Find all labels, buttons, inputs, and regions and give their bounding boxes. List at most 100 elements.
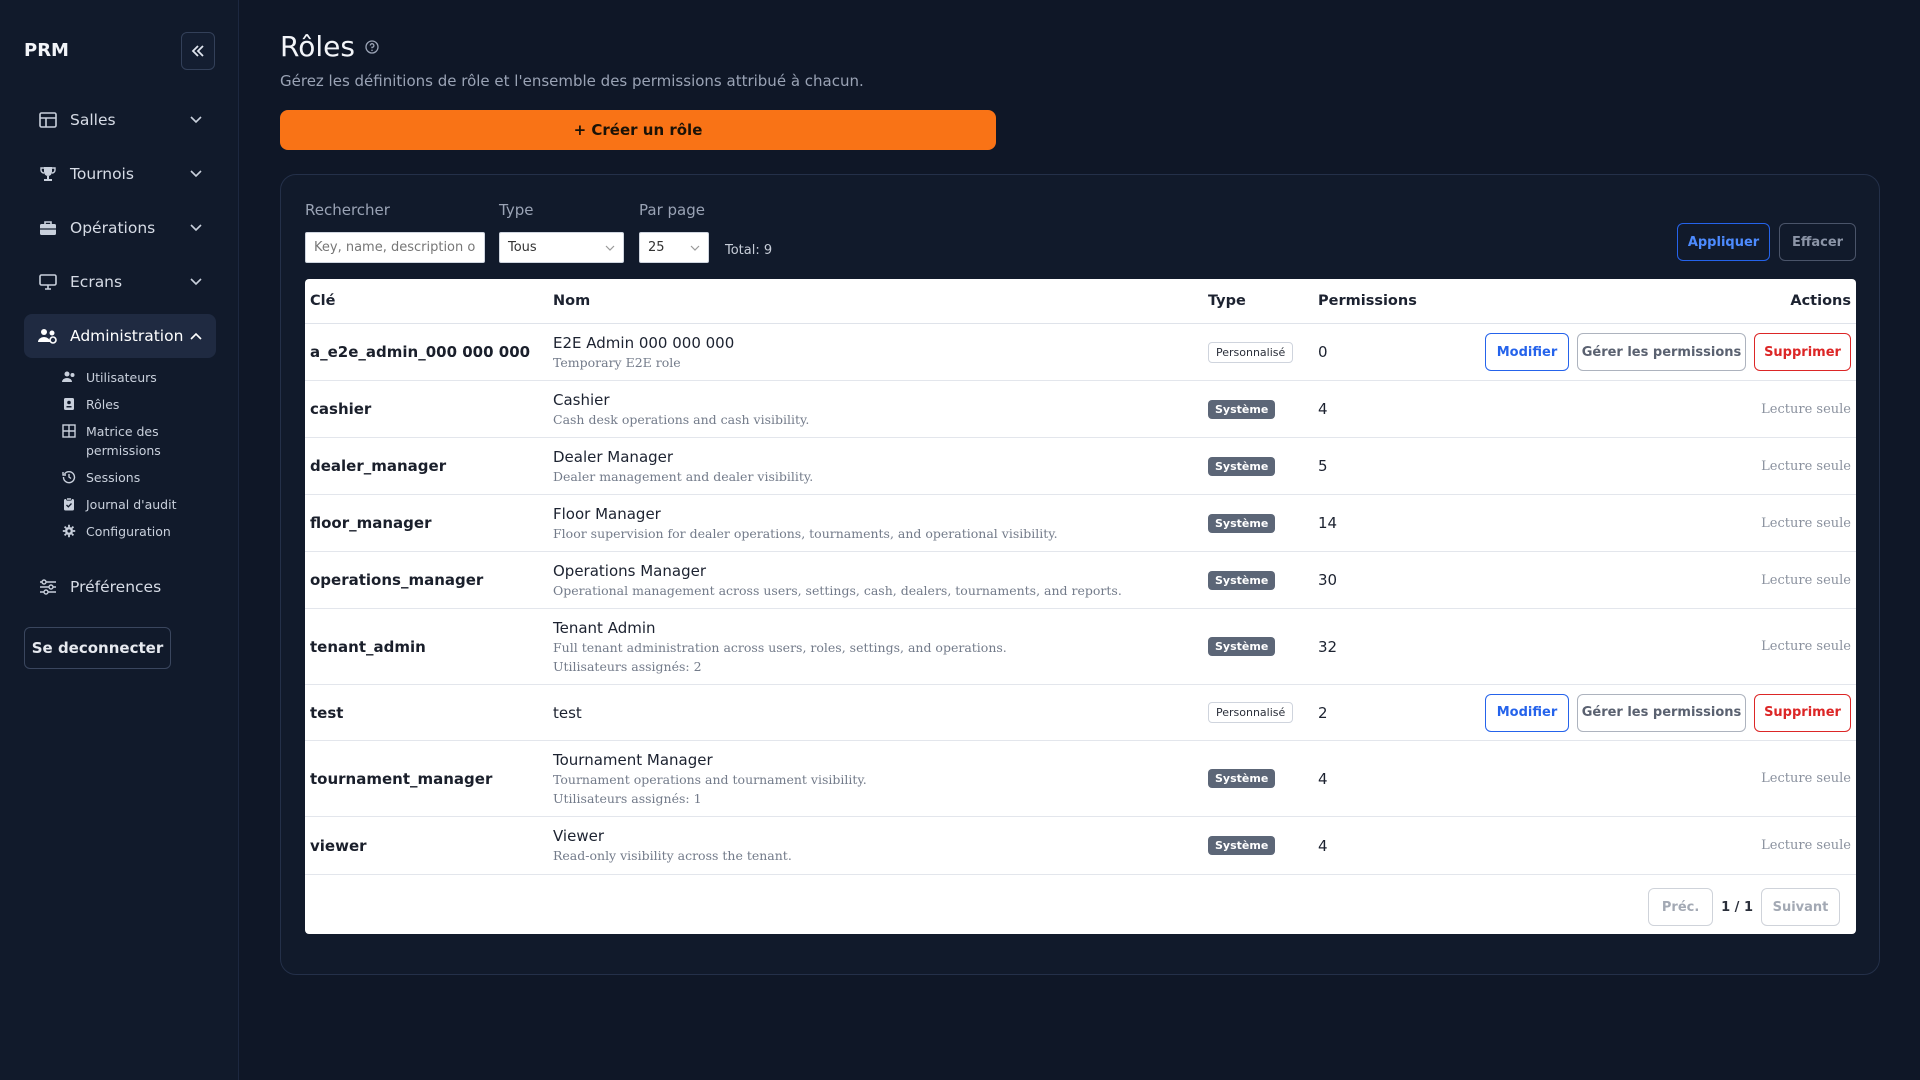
permission-count: 30	[1318, 571, 1338, 589]
role-name: Operations Manager	[553, 561, 706, 580]
cell-type: Personnalisé	[1208, 685, 1294, 740]
role-name: Cashier	[553, 390, 610, 409]
cell-actions: Lecture seule	[1761, 817, 1851, 874]
permission-count: 32	[1318, 637, 1338, 656]
table-row: operations_manager Operations Manager Oper…	[305, 552, 1856, 609]
readonly-label: Lecture seule	[1761, 838, 1851, 853]
role-key: operations_manager	[310, 571, 484, 589]
role-description: Dealer management and dealer visibility.	[553, 468, 814, 484]
permission-count: 4	[1318, 769, 1328, 788]
sidebar-subitem-matrice[interactable]: Matrice des permissions	[62, 418, 216, 464]
cell-permissions: 4	[1318, 381, 1328, 437]
cell-permissions: 2	[1318, 685, 1328, 740]
prev-page-button[interactable]: Préc.	[1648, 888, 1714, 926]
search-input[interactable]: Key, name, description or	[305, 232, 485, 263]
readonly-label: Lecture seule	[1761, 515, 1851, 531]
sidebar-item-label: Salles	[70, 111, 116, 129]
cell-permissions: 5	[1318, 438, 1328, 494]
cell-actions: Lecture seule	[1761, 741, 1851, 816]
table-row: dealer_manager Dealer Manager Dealer manag…	[305, 438, 1856, 495]
sidebar-item-operations[interactable]: Opérations	[24, 206, 216, 250]
roles-panel: Rechercher Key, name, description or Typ…	[280, 174, 1880, 975]
cell-actions: Lecture seule	[1761, 609, 1851, 684]
role-name-block: E2E Admin 000 000 000 Temporary E2E role	[553, 333, 734, 372]
readonly-label: Lecture seule	[1761, 401, 1851, 417]
table-body: a_e2e_admin_000 000 000 E2E Admin 000 000…	[305, 324, 1856, 875]
cell-name: Cashier Cash desk operations and cash vis…	[553, 381, 809, 437]
sidebar-subitem-audit[interactable]: Journal d'audit	[62, 491, 216, 518]
type-badge: Système	[1208, 456, 1276, 476]
table-row: test test Personnalisé 2 Modifier Gérer les p…	[305, 685, 1856, 741]
type-select[interactable]: Tous	[499, 232, 624, 263]
type-badge: Système	[1208, 637, 1276, 656]
role-description: Floor supervision for dealer operations,…	[553, 525, 1058, 541]
edit-button[interactable]: Modifier	[1485, 693, 1569, 732]
role-name: test	[553, 703, 582, 722]
users-gear-icon	[38, 326, 58, 346]
type-badge: Personnalisé	[1208, 702, 1294, 723]
edit-button[interactable]: Modifier	[1485, 333, 1569, 371]
cell-type: Système	[1208, 381, 1276, 437]
sidebar-item-ecrans[interactable]: Ecrans	[24, 260, 216, 304]
table-row: floor_manager Floor Manager Floor supervis…	[305, 495, 1856, 552]
apply-button[interactable]: Appliquer	[1677, 223, 1770, 261]
cell-type: Système	[1208, 552, 1276, 608]
cell-type: Personnalisé	[1208, 324, 1294, 380]
create-role-button[interactable]: + Créer un rôle	[280, 110, 996, 150]
manage-permissions-button[interactable]: Gérer les permissions	[1577, 693, 1746, 732]
collapse-sidebar-button[interactable]	[181, 32, 215, 70]
role-description: Full tenant administration across users,…	[553, 639, 1007, 655]
trophy-icon	[38, 164, 58, 184]
sliders-icon	[38, 577, 58, 597]
perpage-select[interactable]: 25	[639, 232, 709, 263]
role-name-block: Floor Manager Floor supervision for deale…	[553, 504, 1058, 543]
sidebar: PRM Salles Tournois Opérations Ecrans Ad…	[0, 0, 239, 1080]
manage-permissions-button[interactable]: Gérer les permissions	[1577, 333, 1746, 371]
cell-name: Dealer Manager Dealer management and deal…	[553, 438, 813, 494]
delete-button[interactable]: Supprimer	[1754, 693, 1851, 732]
role-name-block: Operations Manager Operational management…	[553, 561, 1122, 600]
cell-key: a_e2e_admin_000 000 000	[310, 324, 530, 380]
table-row: cashier Cashier Cash desk operations and c…	[305, 381, 1856, 438]
sidebar-item-preferences[interactable]: Préférences	[24, 565, 216, 609]
header-name: Nom	[553, 293, 591, 309]
type-badge: Système	[1208, 769, 1276, 788]
sidebar-item-tournois[interactable]: Tournois	[24, 152, 216, 196]
next-page-button[interactable]: Suivant	[1761, 888, 1840, 926]
table-row: tournament_manager Tournament Manager Tour…	[305, 741, 1856, 817]
sidebar-subitem-roles[interactable]: Rôles	[62, 391, 216, 418]
type-badge: Système	[1208, 570, 1276, 590]
sidebar-item-administration[interactable]: Administration	[24, 314, 216, 358]
cell-key: test	[310, 685, 343, 740]
role-name-block: Dealer Manager Dealer management and deal…	[553, 447, 813, 486]
sidebar-subitem-configuration[interactable]: Configuration	[62, 518, 216, 545]
permission-count: 14	[1318, 514, 1338, 532]
sidebar-item-salles[interactable]: Salles	[24, 98, 216, 142]
delete-button[interactable]: Supprimer	[1754, 333, 1851, 371]
cell-key: operations_manager	[310, 552, 483, 608]
pagination: Préc. 1 / 1 Suivant	[1648, 888, 1840, 926]
perpage-select-value: 25	[648, 240, 665, 255]
permission-count: 2	[1318, 703, 1328, 722]
clear-button[interactable]: Effacer	[1779, 223, 1856, 261]
role-name: Tenant Admin	[553, 618, 656, 637]
cell-type: Système	[1208, 438, 1276, 494]
table-header: Clé Nom Type Permissions Actions	[305, 279, 1856, 324]
sidebar-subitem-utilisateurs[interactable]: Utilisateurs	[62, 364, 216, 391]
cell-key: tournament_manager	[310, 741, 492, 816]
role-key: a_e2e_admin_000 000 000	[310, 343, 531, 361]
logout-button[interactable]: Se deconnecter	[24, 627, 171, 669]
help-icon[interactable]	[365, 39, 379, 54]
cell-key: dealer_manager	[310, 438, 446, 494]
sidebar-item-label: Tournois	[70, 165, 134, 183]
page-title: Rôles	[280, 30, 355, 63]
sidebar-subitem-sessions[interactable]: Sessions	[62, 464, 216, 491]
table-row: a_e2e_admin_000 000 000 E2E Admin 000 000…	[305, 324, 1856, 381]
chevron-down-icon	[190, 116, 202, 124]
type-label: Type	[499, 201, 534, 219]
cell-permissions: 30	[1318, 552, 1337, 608]
role-name-block: Tenant Admin Full tenant administration a…	[553, 618, 1007, 676]
page-title-wrap: Rôles	[280, 30, 379, 63]
role-name-block: Cashier Cash desk operations and cash vis…	[553, 390, 809, 429]
role-key: dealer_manager	[310, 457, 447, 475]
